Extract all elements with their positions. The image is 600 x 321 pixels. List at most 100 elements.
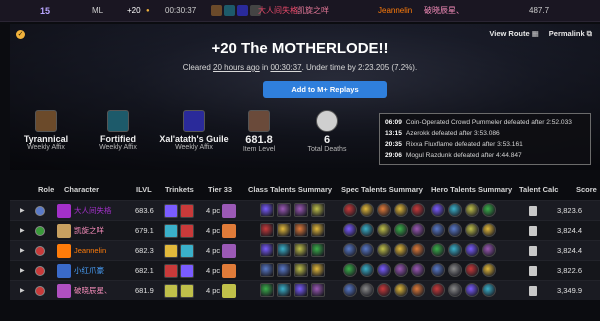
table-row[interactable]: ▶ 大人间失格 683.6 4 pc 3,823.6 xyxy=(10,200,600,220)
character-name[interactable]: 小红爪豪 xyxy=(74,261,104,281)
talent-icon[interactable] xyxy=(277,263,291,277)
character-name[interactable]: 破晓辰星、 xyxy=(74,281,112,301)
talent-icon[interactable] xyxy=(377,203,391,217)
talent-icon[interactable] xyxy=(482,223,496,237)
talent-icon[interactable] xyxy=(465,283,479,297)
trinket-icon[interactable] xyxy=(180,284,194,298)
character-name[interactable]: Jeannelin xyxy=(74,241,106,261)
talent-icon[interactable] xyxy=(360,283,374,297)
talent-icon[interactable] xyxy=(411,243,425,257)
col-score[interactable]: Score xyxy=(576,185,597,194)
talent-icon[interactable] xyxy=(311,243,325,257)
character-name[interactable]: 大人间失格 xyxy=(74,201,112,221)
calculator-icon[interactable] xyxy=(529,286,537,296)
trinket-icon[interactable] xyxy=(180,224,194,238)
talent-icon[interactable] xyxy=(311,203,325,217)
cleared-ago[interactable]: 20 hours ago xyxy=(213,63,260,72)
trinket-icon[interactable] xyxy=(180,244,194,258)
talent-icon[interactable] xyxy=(482,203,496,217)
talent-icon[interactable] xyxy=(465,203,479,217)
talent-icon[interactable] xyxy=(394,243,408,257)
talent-icon[interactable] xyxy=(431,263,445,277)
talent-icon[interactable] xyxy=(448,223,462,237)
table-row[interactable]: ▶ 破晓辰星、 681.9 4 pc 3,349.9 xyxy=(10,280,600,300)
calculator-icon[interactable] xyxy=(529,246,537,256)
talent-icon[interactable] xyxy=(394,263,408,277)
affix-guile[interactable]: Xal'atath's Guile Weekly Affix xyxy=(156,110,232,151)
talent-icon[interactable] xyxy=(431,223,445,237)
calculator-icon[interactable] xyxy=(529,226,537,236)
expand-caret-icon[interactable]: ▶ xyxy=(20,221,25,241)
talent-icon[interactable] xyxy=(311,263,325,277)
talent-icon[interactable] xyxy=(377,243,391,257)
talent-icon[interactable] xyxy=(411,263,425,277)
talent-icon[interactable] xyxy=(411,223,425,237)
col-hero-talents[interactable]: Hero Talents Summary xyxy=(431,185,512,194)
table-row[interactable]: ▶ 小红爪豪 682.1 4 pc 3,822.6 xyxy=(10,260,600,280)
talent-icon[interactable] xyxy=(360,203,374,217)
talent-icon[interactable] xyxy=(277,243,291,257)
col-character[interactable]: Character xyxy=(64,185,99,194)
character-name[interactable]: 凯旋之咩 xyxy=(74,221,104,241)
talent-icon[interactable] xyxy=(482,263,496,277)
col-class-talents[interactable]: Class Talents Summary xyxy=(248,185,332,194)
trinket-icon[interactable] xyxy=(164,284,178,298)
calculator-icon[interactable] xyxy=(529,206,537,216)
col-role[interactable]: Role xyxy=(38,185,54,194)
talent-icon[interactable] xyxy=(465,263,479,277)
calculator-icon[interactable] xyxy=(529,266,537,276)
talent-icon[interactable] xyxy=(277,203,291,217)
affix-fortified[interactable]: Fortified Weekly Affix xyxy=(83,110,153,151)
add-replay-button[interactable]: Add to M+ Replays xyxy=(263,81,387,98)
talent-icon[interactable] xyxy=(394,283,408,297)
talent-icon[interactable] xyxy=(260,223,274,237)
talent-icon[interactable] xyxy=(465,243,479,257)
expand-caret-icon[interactable]: ▶ xyxy=(20,281,25,301)
talent-icon[interactable] xyxy=(411,203,425,217)
affix-tyrannical[interactable]: Tyrannical Weekly Affix xyxy=(11,110,81,151)
talent-icon[interactable] xyxy=(294,223,308,237)
talent-icon[interactable] xyxy=(311,223,325,237)
trinket-icon[interactable] xyxy=(164,244,178,258)
talent-icon[interactable] xyxy=(360,223,374,237)
talent-icon[interactable] xyxy=(377,283,391,297)
talent-icon[interactable] xyxy=(448,243,462,257)
talent-icon[interactable] xyxy=(448,203,462,217)
trinket-icon[interactable] xyxy=(180,264,194,278)
table-row[interactable]: ▶ Jeannelin 682.3 4 pc 3,824.4 xyxy=(10,240,600,260)
col-talent-calc[interactable]: Talent Calc xyxy=(519,185,558,194)
trinket-icon[interactable] xyxy=(164,204,178,218)
talent-icon[interactable] xyxy=(343,203,357,217)
talent-icon[interactable] xyxy=(411,283,425,297)
player-name[interactable]: 破晓辰星、 xyxy=(424,0,464,22)
talent-icon[interactable] xyxy=(431,243,445,257)
talent-icon[interactable] xyxy=(360,243,374,257)
talent-icon[interactable] xyxy=(377,263,391,277)
talent-icon[interactable] xyxy=(360,263,374,277)
talent-icon[interactable] xyxy=(465,223,479,237)
talent-icon[interactable] xyxy=(294,203,308,217)
expand-caret-icon[interactable]: ▶ xyxy=(20,261,25,281)
talent-icon[interactable] xyxy=(431,283,445,297)
talent-icon[interactable] xyxy=(260,263,274,277)
trinket-icon[interactable] xyxy=(164,264,178,278)
talent-icon[interactable] xyxy=(394,223,408,237)
talent-icon[interactable] xyxy=(377,223,391,237)
talent-icon[interactable] xyxy=(260,243,274,257)
talent-icon[interactable] xyxy=(343,243,357,257)
talent-icon[interactable] xyxy=(482,243,496,257)
talent-icon[interactable] xyxy=(448,263,462,277)
col-ilvl[interactable]: ILVL xyxy=(136,185,152,194)
player-name[interactable]: Jeannelin xyxy=(378,0,412,22)
talent-icon[interactable] xyxy=(394,203,408,217)
talent-icon[interactable] xyxy=(294,283,308,297)
talent-icon[interactable] xyxy=(311,283,325,297)
col-spec-talents[interactable]: Spec Talents Summary xyxy=(341,185,423,194)
talent-icon[interactable] xyxy=(431,203,445,217)
talent-icon[interactable] xyxy=(294,263,308,277)
talent-icon[interactable] xyxy=(260,203,274,217)
view-route-link[interactable]: View Route ▦ xyxy=(489,29,538,39)
expand-caret-icon[interactable]: ▶ xyxy=(20,201,25,221)
table-row[interactable]: ▶ 凯旋之咩 679.1 4 pc 3,824.4 xyxy=(10,220,600,240)
expand-caret-icon[interactable]: ▶ xyxy=(20,241,25,261)
